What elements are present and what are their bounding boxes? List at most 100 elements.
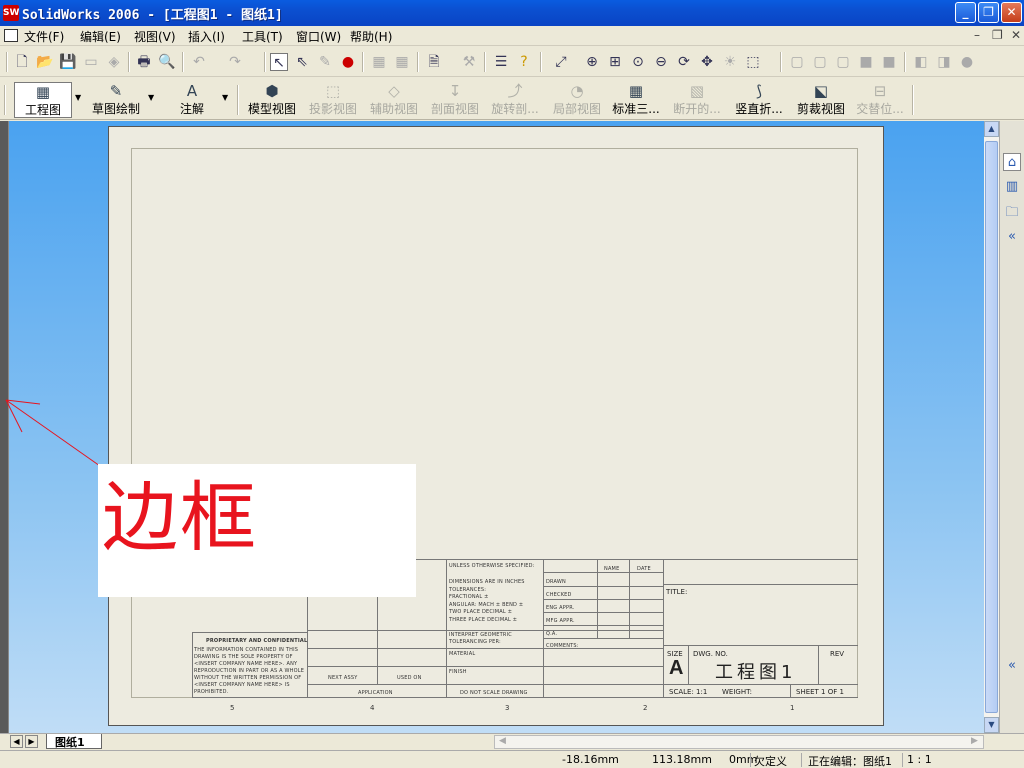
detail-view-button[interactable]: ◔ 局部视图 (551, 82, 603, 118)
doc-minimize-button[interactable]: – (974, 28, 980, 42)
drawing-button[interactable]: ▦ 工程图 (14, 82, 72, 118)
shadow-icon[interactable]: ◧ (912, 53, 930, 71)
options-icon[interactable]: ☰ (492, 53, 510, 71)
rebuild-icon[interactable]: ● (339, 53, 357, 71)
alternate-position-button[interactable]: ⊟ 交替位... (852, 82, 908, 118)
proprietary-line-3: <INSERT COMPANY NAME HERE>. ANY (194, 661, 298, 667)
annotation-icon: A (186, 82, 198, 100)
drawn-text: DRAWN (546, 579, 566, 585)
menu-file[interactable]: 文件(F) (24, 28, 64, 45)
zoom-in-icon[interactable]: ⊕ (583, 53, 601, 71)
drawing-dropdown[interactable]: ▼ (75, 93, 81, 102)
grid-icon[interactable]: ▦ (370, 53, 388, 71)
rev-label: REV (830, 650, 845, 658)
lighting-icon[interactable]: ☀ (721, 53, 739, 71)
annotation-dropdown[interactable]: ▼ (222, 93, 228, 102)
new-document-icon[interactable]: 🗋 (13, 53, 31, 71)
section-view-button[interactable]: ↧ 剖面视图 (429, 82, 481, 118)
zoom-out-icon[interactable]: ⊖ (652, 53, 670, 71)
proprietary-line-6: <INSERT COMPANY NAME HERE> IS (194, 682, 290, 688)
rotate-view-icon[interactable]: ⟳ (675, 53, 693, 71)
shaded-icon[interactable]: ■ (880, 53, 898, 71)
save-icon[interactable]: 💾 (59, 53, 77, 71)
redo-icon[interactable]: ↷ (226, 53, 244, 71)
select-arrow-icon[interactable]: ↖ (270, 53, 288, 71)
make-drawing-icon[interactable]: ▭ (82, 53, 100, 71)
auxiliary-view-button[interactable]: ◇ 辅助视图 (368, 82, 420, 118)
doc-close-button[interactable]: ✕ (1011, 28, 1021, 42)
shaded-edges-icon[interactable]: ■ (857, 53, 875, 71)
sheet-tab-1[interactable]: 图纸1 (46, 734, 102, 749)
menu-view[interactable]: 视图(V) (134, 28, 176, 45)
menu-window[interactable]: 窗口(W) (296, 28, 341, 45)
expand-pane-icon[interactable]: « (1003, 657, 1021, 675)
view-orientation-icon[interactable]: ⬚ (744, 53, 762, 71)
sketch-label: 草图绘制 (91, 102, 140, 116)
hidden-lines-visible-icon[interactable]: ▢ (811, 53, 829, 71)
finish-text: FINISH (449, 669, 467, 675)
annotation-callout-text: 边框 (102, 473, 258, 562)
annotation-button[interactable]: A 注解 (172, 82, 212, 118)
tolerancing-per-text: TOLERANCING PER: (449, 639, 501, 645)
aligned-section-button[interactable]: ⤴ 旋转剖... (487, 82, 543, 118)
tab-next-button[interactable]: ▶ (25, 735, 38, 748)
realview-icon[interactable]: ● (958, 53, 976, 71)
tab-prev-button[interactable]: ◀ (10, 735, 23, 748)
home-icon[interactable]: ⌂ (1003, 153, 1021, 171)
toolbox-icon[interactable]: ⚒ (460, 53, 478, 71)
scroll-up-arrow[interactable]: ▲ (984, 121, 999, 137)
collapse-pane-icon[interactable]: « (1003, 228, 1021, 246)
menu-help[interactable]: 帮助(H) (350, 28, 392, 45)
break-view-button[interactable]: ⟆ 竖直折... (730, 82, 788, 118)
standard-3-view-button[interactable]: ▦ 标准三... (608, 82, 664, 118)
scroll-thumb[interactable] (985, 141, 998, 713)
zoom-area-icon[interactable]: ⊞ (606, 53, 624, 71)
drawing-icon: ▦ (35, 83, 51, 101)
crop-view-button[interactable]: ⬕ 剪裁视图 (795, 82, 847, 118)
open-folder-icon[interactable]: 📂 (36, 53, 54, 71)
3d-content-icon[interactable]: 🗎 (425, 53, 443, 71)
table-icon[interactable]: ▦ (393, 53, 411, 71)
menu-edit[interactable]: 编辑(E) (80, 28, 121, 45)
make-assembly-icon[interactable]: ◈ (105, 53, 123, 71)
hidden-lines-removed-icon[interactable]: ▢ (834, 53, 852, 71)
status-divider (750, 753, 751, 767)
undo-icon[interactable]: ↶ (190, 53, 208, 71)
sketch-button[interactable]: ✎ 草图绘制 (88, 82, 144, 118)
zoom-to-fit-icon[interactable]: ⤢ (552, 53, 570, 71)
model-view-button[interactable]: ⬢ 模型视图 (246, 82, 298, 118)
scroll-down-arrow[interactable]: ▼ (984, 717, 999, 733)
sketch-dropdown[interactable]: ▼ (148, 93, 154, 102)
file-explorer-icon[interactable]: 🗀 (1003, 204, 1021, 222)
doc-restore-button[interactable]: ❐ (992, 28, 1003, 42)
auxiliary-view-label: 辅助视图 (369, 102, 418, 116)
help-icon[interactable]: ? (515, 53, 533, 71)
zoom-in-out-icon[interactable]: ⊙ (629, 53, 647, 71)
solidworks-app-icon[interactable]: SW (3, 5, 19, 21)
section-view-icon[interactable]: ◨ (935, 53, 953, 71)
wireframe-icon[interactable]: ▢ (788, 53, 806, 71)
print-icon[interactable]: 🖶 (135, 53, 153, 71)
detail-view-icon: ◔ (570, 82, 584, 100)
pan-icon[interactable]: ✥ (698, 53, 716, 71)
print-preview-icon[interactable]: 🔍 (158, 53, 176, 71)
scroll-left-arrow[interactable]: ◀ (499, 736, 506, 746)
vertical-scrollbar[interactable]: ▲ ▼ (984, 121, 999, 733)
projected-view-button[interactable]: ⬚ 投影视图 (306, 82, 360, 118)
document-icon[interactable] (4, 29, 18, 42)
toolbar-grip (6, 52, 8, 72)
separator (264, 52, 266, 72)
sketch-icon[interactable]: ✎ (316, 53, 334, 71)
minimize-button[interactable]: _ (955, 2, 976, 23)
design-library-icon[interactable]: ▥ (1003, 178, 1021, 196)
eng-appr-text: ENG APPR. (546, 605, 575, 611)
select-filter-icon[interactable]: ⇖ (293, 53, 311, 71)
restore-button[interactable]: ❐ (978, 2, 999, 23)
sheet-border-frame[interactable] (131, 148, 858, 698)
menu-insert[interactable]: 插入(I) (188, 28, 225, 45)
menu-tools[interactable]: 工具(T) (242, 28, 283, 45)
horizontal-scrollbar[interactable]: ◀ ▶ (494, 735, 984, 749)
close-button[interactable]: ✕ (1001, 2, 1022, 23)
scroll-right-arrow[interactable]: ▶ (971, 736, 978, 746)
broken-view-button[interactable]: ▧ 断开的... (668, 82, 726, 118)
